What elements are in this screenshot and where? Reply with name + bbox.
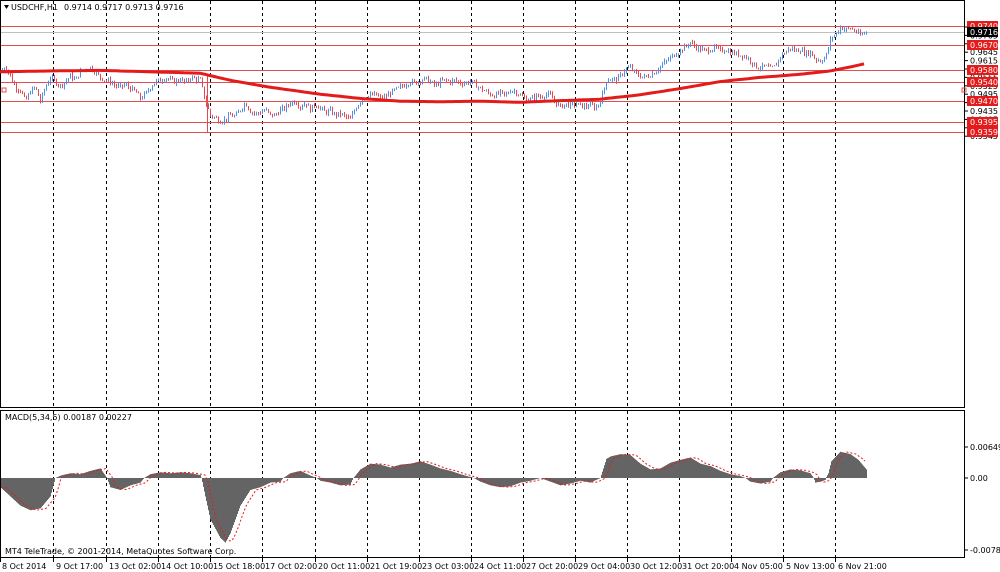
- x-tick-label: 30 Oct 12:00: [630, 562, 682, 571]
- x-tick-label: 6 Nov 21:00: [838, 562, 887, 571]
- macd-panel-frame: [0, 410, 965, 558]
- x-tick-label: 15 Oct 18:00: [213, 562, 265, 571]
- symbol-label: USDCHF,H1: [11, 3, 58, 12]
- x-tick-label: 27 Oct 20:00: [526, 562, 578, 571]
- x-tick-label: 5 Nov 13:00: [786, 562, 835, 571]
- x-tick-label: 8 Oct 2014: [2, 562, 46, 571]
- level-label-text: 0.9470: [970, 97, 998, 106]
- level-label-text: 0.9395: [970, 118, 998, 127]
- copyright-text: MT4 TeleTrade, © 2001-2014, MetaQuotes S…: [5, 547, 236, 556]
- x-tick-label: 21 Oct 19:00: [370, 562, 422, 571]
- time-axis: 8 Oct 2014 9 Oct 17:00 13 Oct 02:00 14 Oct …: [0, 558, 887, 571]
- ohlc-values: 0.9714 0.9717 0.9713 0.9716: [64, 3, 184, 12]
- chart-canvas[interactable]: 0.97350.97050.96750.96450.96150.95850.95…: [0, 0, 1000, 572]
- bid-label-text: 0.9716: [970, 28, 998, 37]
- x-tick-label: 17 Oct 02:00: [265, 562, 317, 571]
- macd-axis: 0.00649 0.00 -0.00781: [964, 443, 1000, 555]
- x-tick-label: 9 Oct 17:00: [56, 562, 103, 571]
- x-tick-label: 13 Oct 02:00: [109, 562, 161, 571]
- x-tick-label: 31 Oct 20:00: [682, 562, 734, 571]
- x-tick-label: 4 Nov 05:00: [734, 562, 783, 571]
- x-tick-label: 14 Oct 10:00: [161, 562, 213, 571]
- x-tick-label: 24 Oct 11:00: [474, 562, 526, 571]
- x-tick-label: 20 Oct 11:00: [318, 562, 370, 571]
- macd-y-tick-label: 0.00: [970, 474, 988, 483]
- macd-y-tick-label: 0.00649: [970, 443, 1000, 452]
- level-label-text: 0.9359: [970, 128, 998, 137]
- x-tick-label: 23 Oct 03:00: [422, 562, 474, 571]
- level-label-text: 0.9670: [970, 41, 998, 50]
- x-tick-label: 29 Oct 04:00: [578, 562, 630, 571]
- level-label-text: 0.9580: [970, 66, 998, 75]
- level-label-text: 0.9540: [970, 78, 998, 87]
- macd-indicator-label: MACD(5,34,5) 0.00187 0.00227: [5, 413, 132, 422]
- price-panel-frame: [0, 0, 965, 408]
- macd-y-tick-label: -0.00781: [970, 546, 1000, 555]
